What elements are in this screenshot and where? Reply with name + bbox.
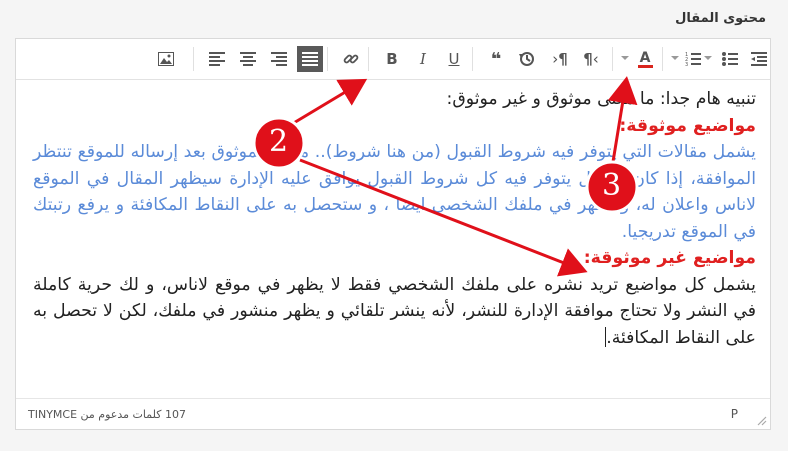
numbered-list-dropdown[interactable] xyxy=(671,56,679,60)
text-color-dropdown[interactable] xyxy=(621,56,629,60)
align-justify-icon[interactable] xyxy=(297,46,323,72)
underline-icon[interactable]: U xyxy=(441,46,467,72)
heading-untrusted: مواضيع غير موثوقة: xyxy=(583,248,756,268)
indent-icon[interactable] xyxy=(746,46,772,72)
untrusted-paragraph: يشمل كل مواضيع تريد نشره على ملفك الشخصي… xyxy=(33,272,756,352)
align-center-icon[interactable] xyxy=(235,46,261,72)
rich-text-editor: 123 A ¶ ‹ › ¶ ❝ U I B تنبيه هام جدا: ما … xyxy=(15,38,771,430)
untrusted-body: يشمل كل مواضيع تريد نشره على ملفك الشخصي… xyxy=(33,274,756,348)
paragraph-rtl-icon[interactable]: › ¶ xyxy=(547,46,573,72)
numbered-list-icon[interactable]: 123 xyxy=(680,46,706,72)
image-icon[interactable] xyxy=(153,46,179,72)
text-color-icon[interactable]: A xyxy=(632,46,658,72)
heading-trusted: مواضيع موثوقة: xyxy=(619,115,756,136)
editor-content[interactable]: تنبيه هام جدا: ما معنى موثوق و غير موثوق… xyxy=(33,86,756,351)
history-icon[interactable] xyxy=(514,46,540,72)
annotation-label-3: 3 xyxy=(602,168,622,203)
blockquote-icon[interactable]: ❝ xyxy=(483,46,509,72)
bullet-list-icon[interactable] xyxy=(717,46,743,72)
resize-handle-icon[interactable] xyxy=(757,416,767,426)
annotation-label-2: 2 xyxy=(269,124,289,159)
editor-toolbar: 123 A ¶ ‹ › ¶ ❝ U I B xyxy=(16,39,770,80)
element-path[interactable]: P xyxy=(731,407,738,421)
align-right-icon[interactable] xyxy=(266,46,292,72)
link-icon[interactable] xyxy=(338,46,364,72)
svg-text:3: 3 xyxy=(685,62,688,66)
word-count: 107 كلمات مدعوم من TINYMCE xyxy=(28,408,186,421)
paragraph-ltr-icon[interactable]: ¶ ‹ xyxy=(578,46,604,72)
trusted-body: يشمل مقالات التي يتوفر فيه شروط القبول (… xyxy=(33,142,756,242)
bold-icon[interactable]: B xyxy=(379,46,405,72)
editor-statusbar: 107 كلمات مدعوم من TINYMCE P xyxy=(16,398,770,429)
field-label: محتوى المقال xyxy=(675,11,766,26)
align-left-icon[interactable] xyxy=(204,46,230,72)
intro-text: تنبيه هام جدا: ما معنى موثوق و غير موثوق… xyxy=(446,89,756,109)
italic-icon[interactable]: I xyxy=(410,46,436,72)
